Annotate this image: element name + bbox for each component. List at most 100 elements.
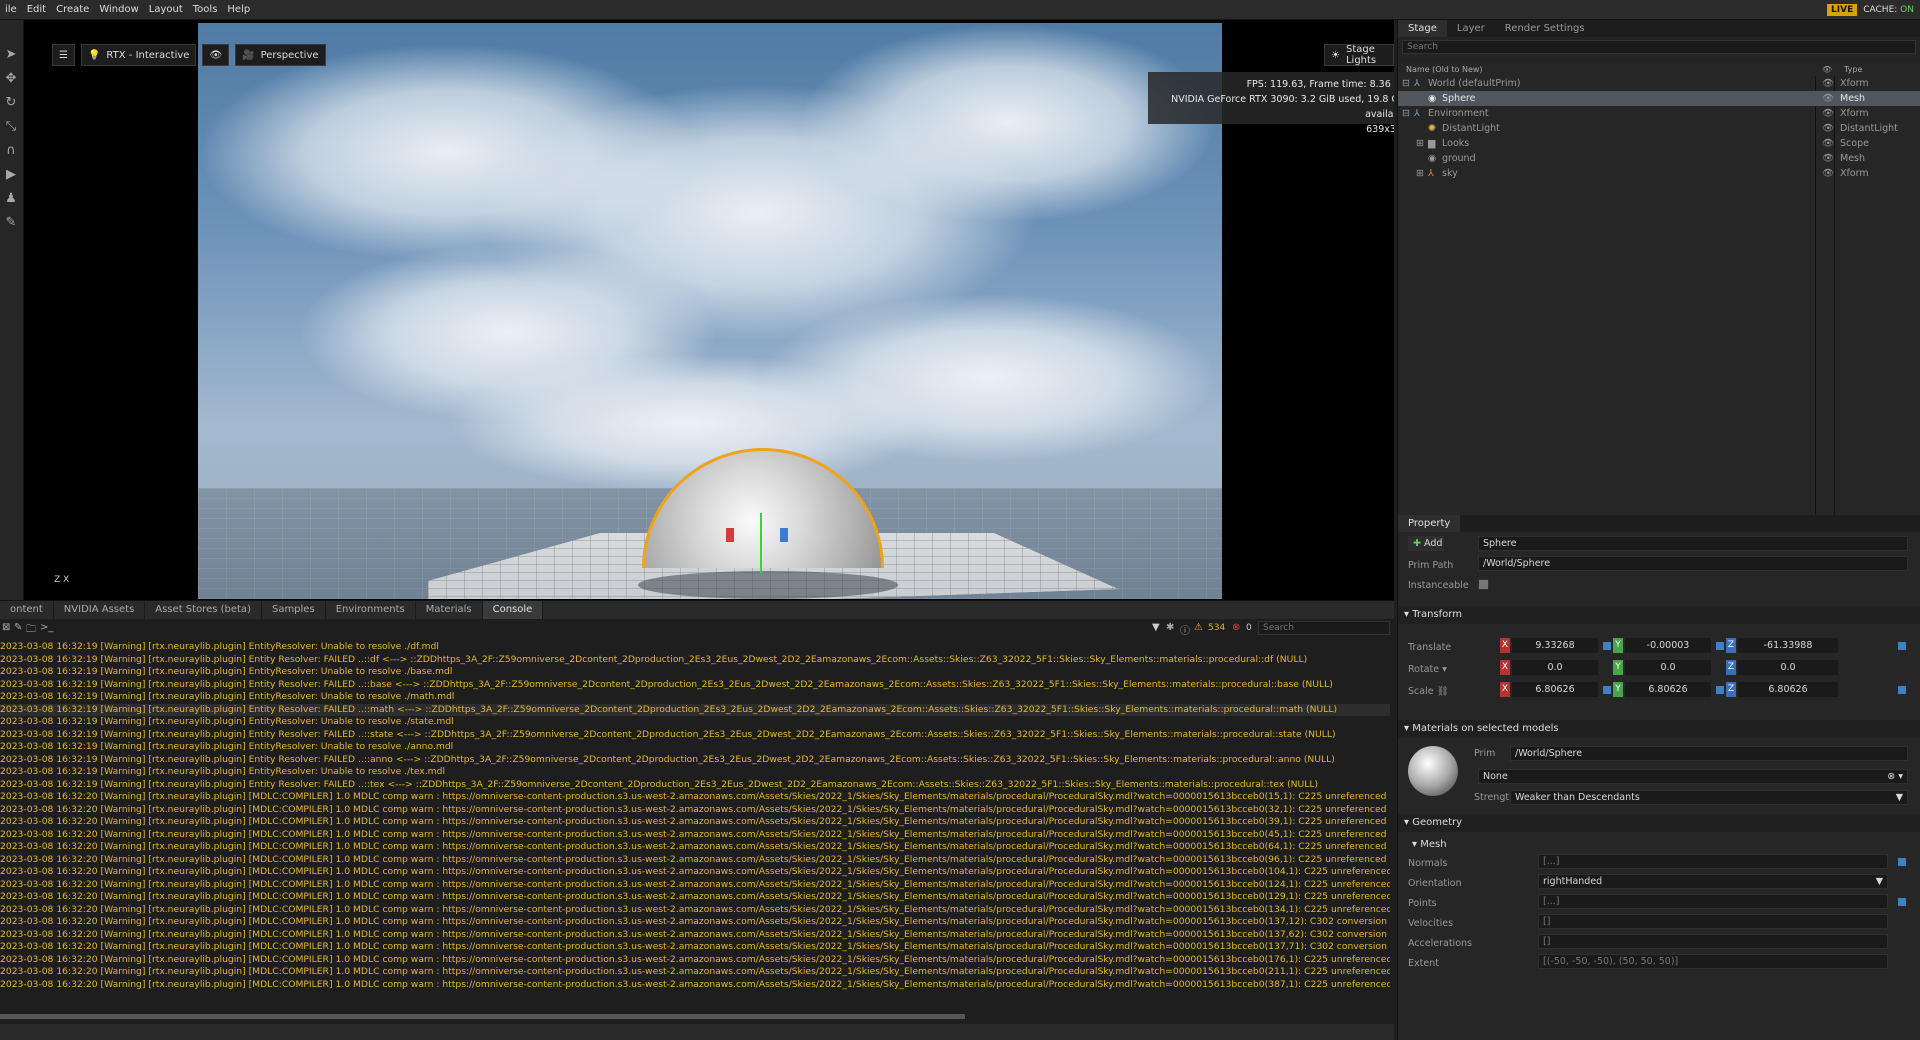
eye-icon[interactable]: 👁 (1822, 121, 1834, 136)
add-button[interactable]: ✚ Add (1408, 536, 1444, 551)
scene-render[interactable] (198, 23, 1222, 599)
console-line[interactable]: 2023-03-08 16:32:20 [Warning] [rtx.neura… (0, 929, 1390, 942)
stage-search-input[interactable]: Search (1402, 40, 1916, 54)
expand-icon[interactable]: ⊞ (1416, 166, 1424, 181)
console-line[interactable]: 2023-03-08 16:32:19 [Warning] [rtx.neura… (0, 666, 1390, 679)
console-line[interactable]: 2023-03-08 16:32:20 [Warning] [rtx.neura… (0, 829, 1390, 842)
menu-file[interactable]: ile (0, 4, 22, 15)
materials-section-header[interactable]: ▾ Materials on selected models (1398, 720, 1920, 738)
console-line[interactable]: 2023-03-08 16:32:19 [Warning] [rtx.neura… (0, 641, 1390, 654)
gizmo-y-axis[interactable] (760, 513, 762, 573)
velocities-field[interactable]: [] (1538, 914, 1888, 929)
accelerations-field[interactable]: [] (1538, 934, 1888, 949)
console-search-input[interactable]: Search (1258, 621, 1390, 635)
collapse-icon[interactable]: ⊟ (1402, 106, 1410, 121)
eye-icon[interactable]: 👁 (1822, 106, 1834, 121)
eye-icon[interactable]: 👁 (1822, 151, 1834, 166)
material-preview[interactable] (1408, 746, 1458, 796)
console-line[interactable]: 2023-03-08 16:32:19 [Warning] [rtx.neura… (0, 741, 1390, 754)
move-icon[interactable]: ✥ (2, 70, 20, 88)
tab-property[interactable]: Property (1398, 515, 1461, 532)
edit-icon[interactable]: ✎ (14, 622, 22, 633)
error-icon[interactable]: ⊗ (1232, 622, 1240, 633)
paint-icon[interactable]: ✎ (2, 214, 20, 232)
console-log[interactable]: 2023-03-08 16:32:19 [Warning] [rtx.neura… (0, 641, 1390, 1011)
console-line[interactable]: 2023-03-08 16:32:19 [Warning] [rtx.neura… (0, 716, 1390, 729)
console-line[interactable]: 2023-03-08 16:32:20 [Warning] [rtx.neura… (0, 916, 1390, 929)
instanceable-checkbox[interactable] (1478, 579, 1489, 590)
stage-row-sphere[interactable]: ◉ Sphere 👁 Mesh (1398, 91, 1920, 106)
keyframe-icon[interactable] (1898, 898, 1906, 906)
stage-row-looks[interactable]: ⊞ ▆ Looks 👁 Scope (1398, 136, 1920, 151)
console-line[interactable]: 2023-03-08 16:32:20 [Warning] [rtx.neura… (0, 866, 1390, 879)
normals-field[interactable]: [...] (1538, 854, 1888, 869)
menu-layout[interactable]: Layout (144, 4, 188, 15)
prim-name-field[interactable]: Sphere (1478, 536, 1908, 551)
geometry-section-header[interactable]: ▾ Geometry (1398, 814, 1920, 832)
menu-edit[interactable]: Edit (22, 4, 51, 15)
keyframe-icon[interactable] (1898, 686, 1906, 694)
translate-z-field[interactable]: -61.33988 (1738, 638, 1838, 653)
tab-content[interactable]: ontent (0, 601, 54, 619)
console-line[interactable]: 2023-03-08 16:32:20 [Warning] [rtx.neura… (0, 804, 1390, 817)
select-icon[interactable]: ➤ (2, 46, 20, 64)
renderer-button[interactable]: 💡 RTX - Interactive (80, 44, 197, 66)
gizmo-x-handle[interactable] (726, 528, 734, 542)
keyframe-icon[interactable] (1898, 858, 1906, 866)
tab-layer[interactable]: Layer (1447, 20, 1495, 37)
console-line[interactable]: 2023-03-08 16:32:19 [Warning] [rtx.neura… (0, 729, 1390, 742)
scale-z-field[interactable]: 6.80626 (1738, 682, 1838, 697)
tab-stage[interactable]: Stage (1398, 20, 1447, 37)
console-line[interactable]: 2023-03-08 16:32:20 [Warning] [rtx.neura… (0, 966, 1390, 979)
tab-samples[interactable]: Samples (262, 601, 326, 619)
strength-select[interactable]: Weaker than Descendants ▼ (1510, 790, 1908, 805)
keyframe-icon[interactable] (1716, 686, 1724, 694)
physics-icon[interactable]: ♟ (2, 190, 20, 208)
verbose-icon[interactable]: ✱ (1166, 622, 1174, 633)
translate-x-field[interactable]: 9.33268 (1512, 638, 1598, 653)
scale-y-field[interactable]: 6.80626 (1625, 682, 1711, 697)
material-prim-field[interactable]: /World/Sphere (1510, 746, 1908, 761)
scale-icon[interactable]: ⤡ (2, 118, 20, 136)
stage-row-world[interactable]: ⊟ ⅄ World (defaultPrim) 👁 Xform (1398, 76, 1920, 91)
console-line[interactable]: 2023-03-08 16:32:19 [Warning] [rtx.neura… (0, 766, 1390, 779)
col-type-header[interactable]: Type (1844, 62, 1862, 77)
console-line[interactable]: 2023-03-08 16:32:19 [Warning] [rtx.neura… (0, 654, 1390, 667)
menu-window[interactable]: Window (94, 4, 143, 15)
snap-icon[interactable]: ∩ (2, 142, 20, 160)
keyframe-icon[interactable] (1716, 642, 1724, 650)
scale-x-field[interactable]: 6.80626 (1512, 682, 1598, 697)
points-field[interactable]: [...] (1538, 894, 1888, 909)
visibility-button[interactable]: 👁 (202, 44, 230, 66)
stage-row-ground[interactable]: ◉ ground 👁 Mesh (1398, 151, 1920, 166)
console-line[interactable]: 2023-03-08 16:32:20 [Warning] [rtx.neura… (0, 879, 1390, 892)
clear-icon[interactable]: ⊠ (2, 622, 10, 633)
menu-help[interactable]: Help (222, 4, 255, 15)
eye-icon[interactable]: 👁 (1822, 166, 1834, 181)
camera-button[interactable]: 🎥 Perspective (235, 44, 326, 66)
console-line[interactable]: 2023-03-08 16:32:19 [Warning] [rtx.neura… (0, 691, 1390, 704)
stage-row-sky[interactable]: ⊞ ⅄ sky 👁 Xform (1398, 166, 1920, 181)
live-badge[interactable]: LIVE (1827, 3, 1858, 16)
tab-console[interactable]: Console (482, 601, 544, 619)
keyframe-icon[interactable] (1898, 642, 1906, 650)
tab-nvidia-assets[interactable]: NVIDIA Assets (54, 601, 146, 619)
tab-asset-stores[interactable]: Asset Stores (beta) (145, 601, 262, 619)
stage-row-environment[interactable]: ⊟ ⅄ Environment 👁 Xform (1398, 106, 1920, 121)
orientation-select[interactable]: rightHanded ▼ (1538, 874, 1888, 889)
expand-icon[interactable]: ⊞ (1416, 136, 1424, 151)
stage-row-distantlight[interactable]: ✺ DistantLight 👁 DistantLight (1398, 121, 1920, 136)
eye-icon[interactable]: 👁 (1822, 91, 1834, 106)
keyframe-icon[interactable] (1603, 642, 1611, 650)
console-line[interactable]: 2023-03-08 16:32:19 [Warning] [rtx.neura… (0, 679, 1390, 692)
collapse-icon[interactable]: ⊟ (1402, 76, 1410, 91)
rotate-icon[interactable]: ↻ (2, 94, 20, 112)
console-line[interactable]: 2023-03-08 16:32:20 [Warning] [rtx.neura… (0, 854, 1390, 867)
keyframe-icon[interactable] (1603, 686, 1611, 694)
info-icon[interactable]: ⓘ (1180, 622, 1190, 637)
rotate-y-field[interactable]: 0.0 (1625, 660, 1711, 675)
horizontal-scrollbar[interactable] (0, 1014, 965, 1019)
stage-lights-button[interactable]: ☀ Stage Lights (1324, 44, 1394, 66)
eye-icon[interactable]: 👁 (1822, 136, 1834, 151)
console-line[interactable]: 2023-03-08 16:32:19 [Warning] [rtx.neura… (0, 754, 1390, 767)
